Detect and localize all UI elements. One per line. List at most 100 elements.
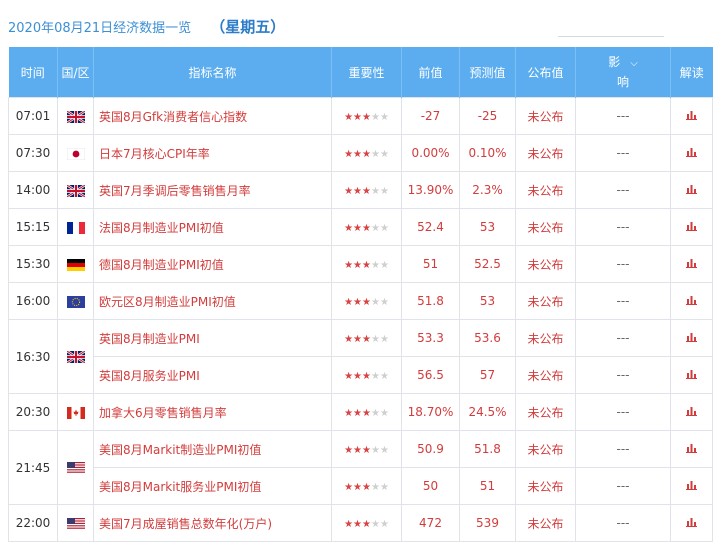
star-icon: ★ [370,297,380,308]
indicator-name[interactable]: 德国8月制造业PMI初值 [93,245,332,283]
interpret-cell[interactable] [670,430,713,468]
star-icon: ★ [362,371,371,382]
star-icon: ★ [379,223,389,234]
influence-value: --- [575,319,671,357]
bar-chart-icon[interactable] [686,331,697,345]
indicator-name[interactable]: 欧元区8月制造业PMI初值 [93,282,332,320]
bar-chart-icon[interactable] [686,442,697,456]
row-flag [57,171,94,209]
bar-chart-icon[interactable] [686,294,697,308]
bar-chart-icon[interactable] [686,146,697,160]
indicator-name[interactable]: 美国8月Markit服务业PMI初值 [93,467,332,505]
star-icon: ★ [370,482,380,493]
star-icon: ★ [353,408,363,419]
star-icon: ★ [370,445,380,456]
interpret-cell[interactable] [670,319,713,357]
table-row: 英国8月服务业PMI ★★★★★ 56.5 57 未公布 --- [9,356,713,394]
bar-chart-icon[interactable] [686,479,697,493]
interpret-cell[interactable] [670,208,713,246]
published-value: 未公布 [515,319,576,357]
row-flag [57,97,94,135]
influence-value: --- [575,467,671,505]
forecast-value: 51.8 [459,430,516,468]
indicator-name[interactable]: 美国7月成屋销售总数年化(万户) [93,504,332,542]
bar-chart-icon[interactable] [686,516,697,530]
star-icon: ★ [353,482,363,493]
indicator-name[interactable]: 英国8月制造业PMI [93,319,332,357]
star-icon: ★ [353,297,363,308]
importance-stars: ★★★★★ [331,319,402,357]
star-icon: ★ [362,408,371,419]
published-value: 未公布 [515,393,576,431]
flag-eu-icon [66,295,85,308]
interpret-cell[interactable] [670,356,713,394]
previous-value: 13.90% [401,171,460,209]
row-time: 07:30 [8,134,58,172]
star-icon: ★ [379,260,389,271]
published-value: 未公布 [515,134,576,172]
indicator-name[interactable]: 加拿大6月零售销售月率 [93,393,332,431]
star-icon: ★ [362,149,371,160]
interpret-cell[interactable] [670,282,713,320]
bar-chart-icon[interactable] [686,368,697,382]
forecast-value: 2.3% [459,171,516,209]
interpret-cell[interactable] [670,171,713,209]
importance-stars: ★★★★★ [331,504,402,542]
interpret-cell[interactable] [670,245,713,283]
influence-value: --- [575,97,671,135]
forecast-value: -25 [459,97,516,135]
indicator-name[interactable]: 英国8月服务业PMI [93,356,332,394]
importance-stars: ★★★★★ [331,208,402,246]
influence-value: --- [575,393,671,431]
star-icon: ★ [379,482,389,493]
row-flag [57,319,94,394]
published-value: 未公布 [515,467,576,505]
row-time: 21:45 [8,430,58,505]
chevron-down-icon[interactable]: ⌵ [630,55,638,73]
flag-us-icon [66,462,85,474]
row-flag [57,245,94,283]
importance-stars: ★★★★★ [331,245,402,283]
published-value: 未公布 [515,356,576,394]
interpret-cell[interactable] [670,134,713,172]
forecast-value: 52.5 [459,245,516,283]
indicator-name[interactable]: 英国8月Gfk消费者信心指数 [93,97,332,135]
previous-value: 52.4 [401,208,460,246]
star-icon: ★ [362,297,371,308]
bar-chart-icon[interactable] [686,109,697,123]
star-icon: ★ [353,519,363,530]
col-influence[interactable]: 影 ⌵ 响 [575,47,671,98]
star-icon: ★ [353,371,363,382]
interpret-cell[interactable] [670,97,713,135]
star-icon: ★ [370,260,380,271]
table-row: 22:00 美国7月成屋销售总数年化(万户) ★★★★★ 472 539 未公布 --- [8,504,713,542]
interpret-cell[interactable] [670,467,713,505]
star-icon: ★ [344,371,354,382]
indicator-name[interactable]: 日本7月核心CPI年率 [93,134,332,172]
star-icon: ★ [344,186,354,197]
interpret-cell[interactable] [670,504,713,542]
star-icon: ★ [353,445,363,456]
indicator-name[interactable]: 英国7月季调后零售销售月率 [93,171,332,209]
indicator-name[interactable]: 美国8月Markit制造业PMI初值 [93,430,332,468]
row-time: 14:00 [8,171,58,209]
row-time: 15:30 [8,245,58,283]
star-icon: ★ [370,223,380,234]
table-row: 14:00 英国7月季调后零售销售月率 ★★★★★ 13.90% 2.3% 未公布 --- [8,171,713,209]
bar-chart-icon[interactable] [686,220,697,234]
forecast-value: 0.10% [459,134,516,172]
bar-chart-icon[interactable] [686,405,697,419]
col-region: 国/区 [57,47,94,98]
date-title: 2020年08月21日经济数据一览 [8,21,192,36]
interpret-cell[interactable] [670,393,713,431]
forecast-value: 57 [459,356,516,394]
flag-uk-icon [66,184,85,197]
economic-calendar-table: 时间 国/区 指标名称 重要性 前值 预测值 公布值 影 ⌵ 响 解读 07:01… [8,47,713,542]
star-icon: ★ [344,519,354,530]
influence-value: --- [575,356,671,394]
indicator-name[interactable]: 法国8月制造业PMI初值 [93,208,332,246]
bar-chart-icon[interactable] [686,183,697,197]
previous-value: 50.9 [401,430,460,468]
bar-chart-icon[interactable] [686,257,697,271]
page-title: 2020年08月21日经济数据一览 （星期五） [8,17,285,37]
